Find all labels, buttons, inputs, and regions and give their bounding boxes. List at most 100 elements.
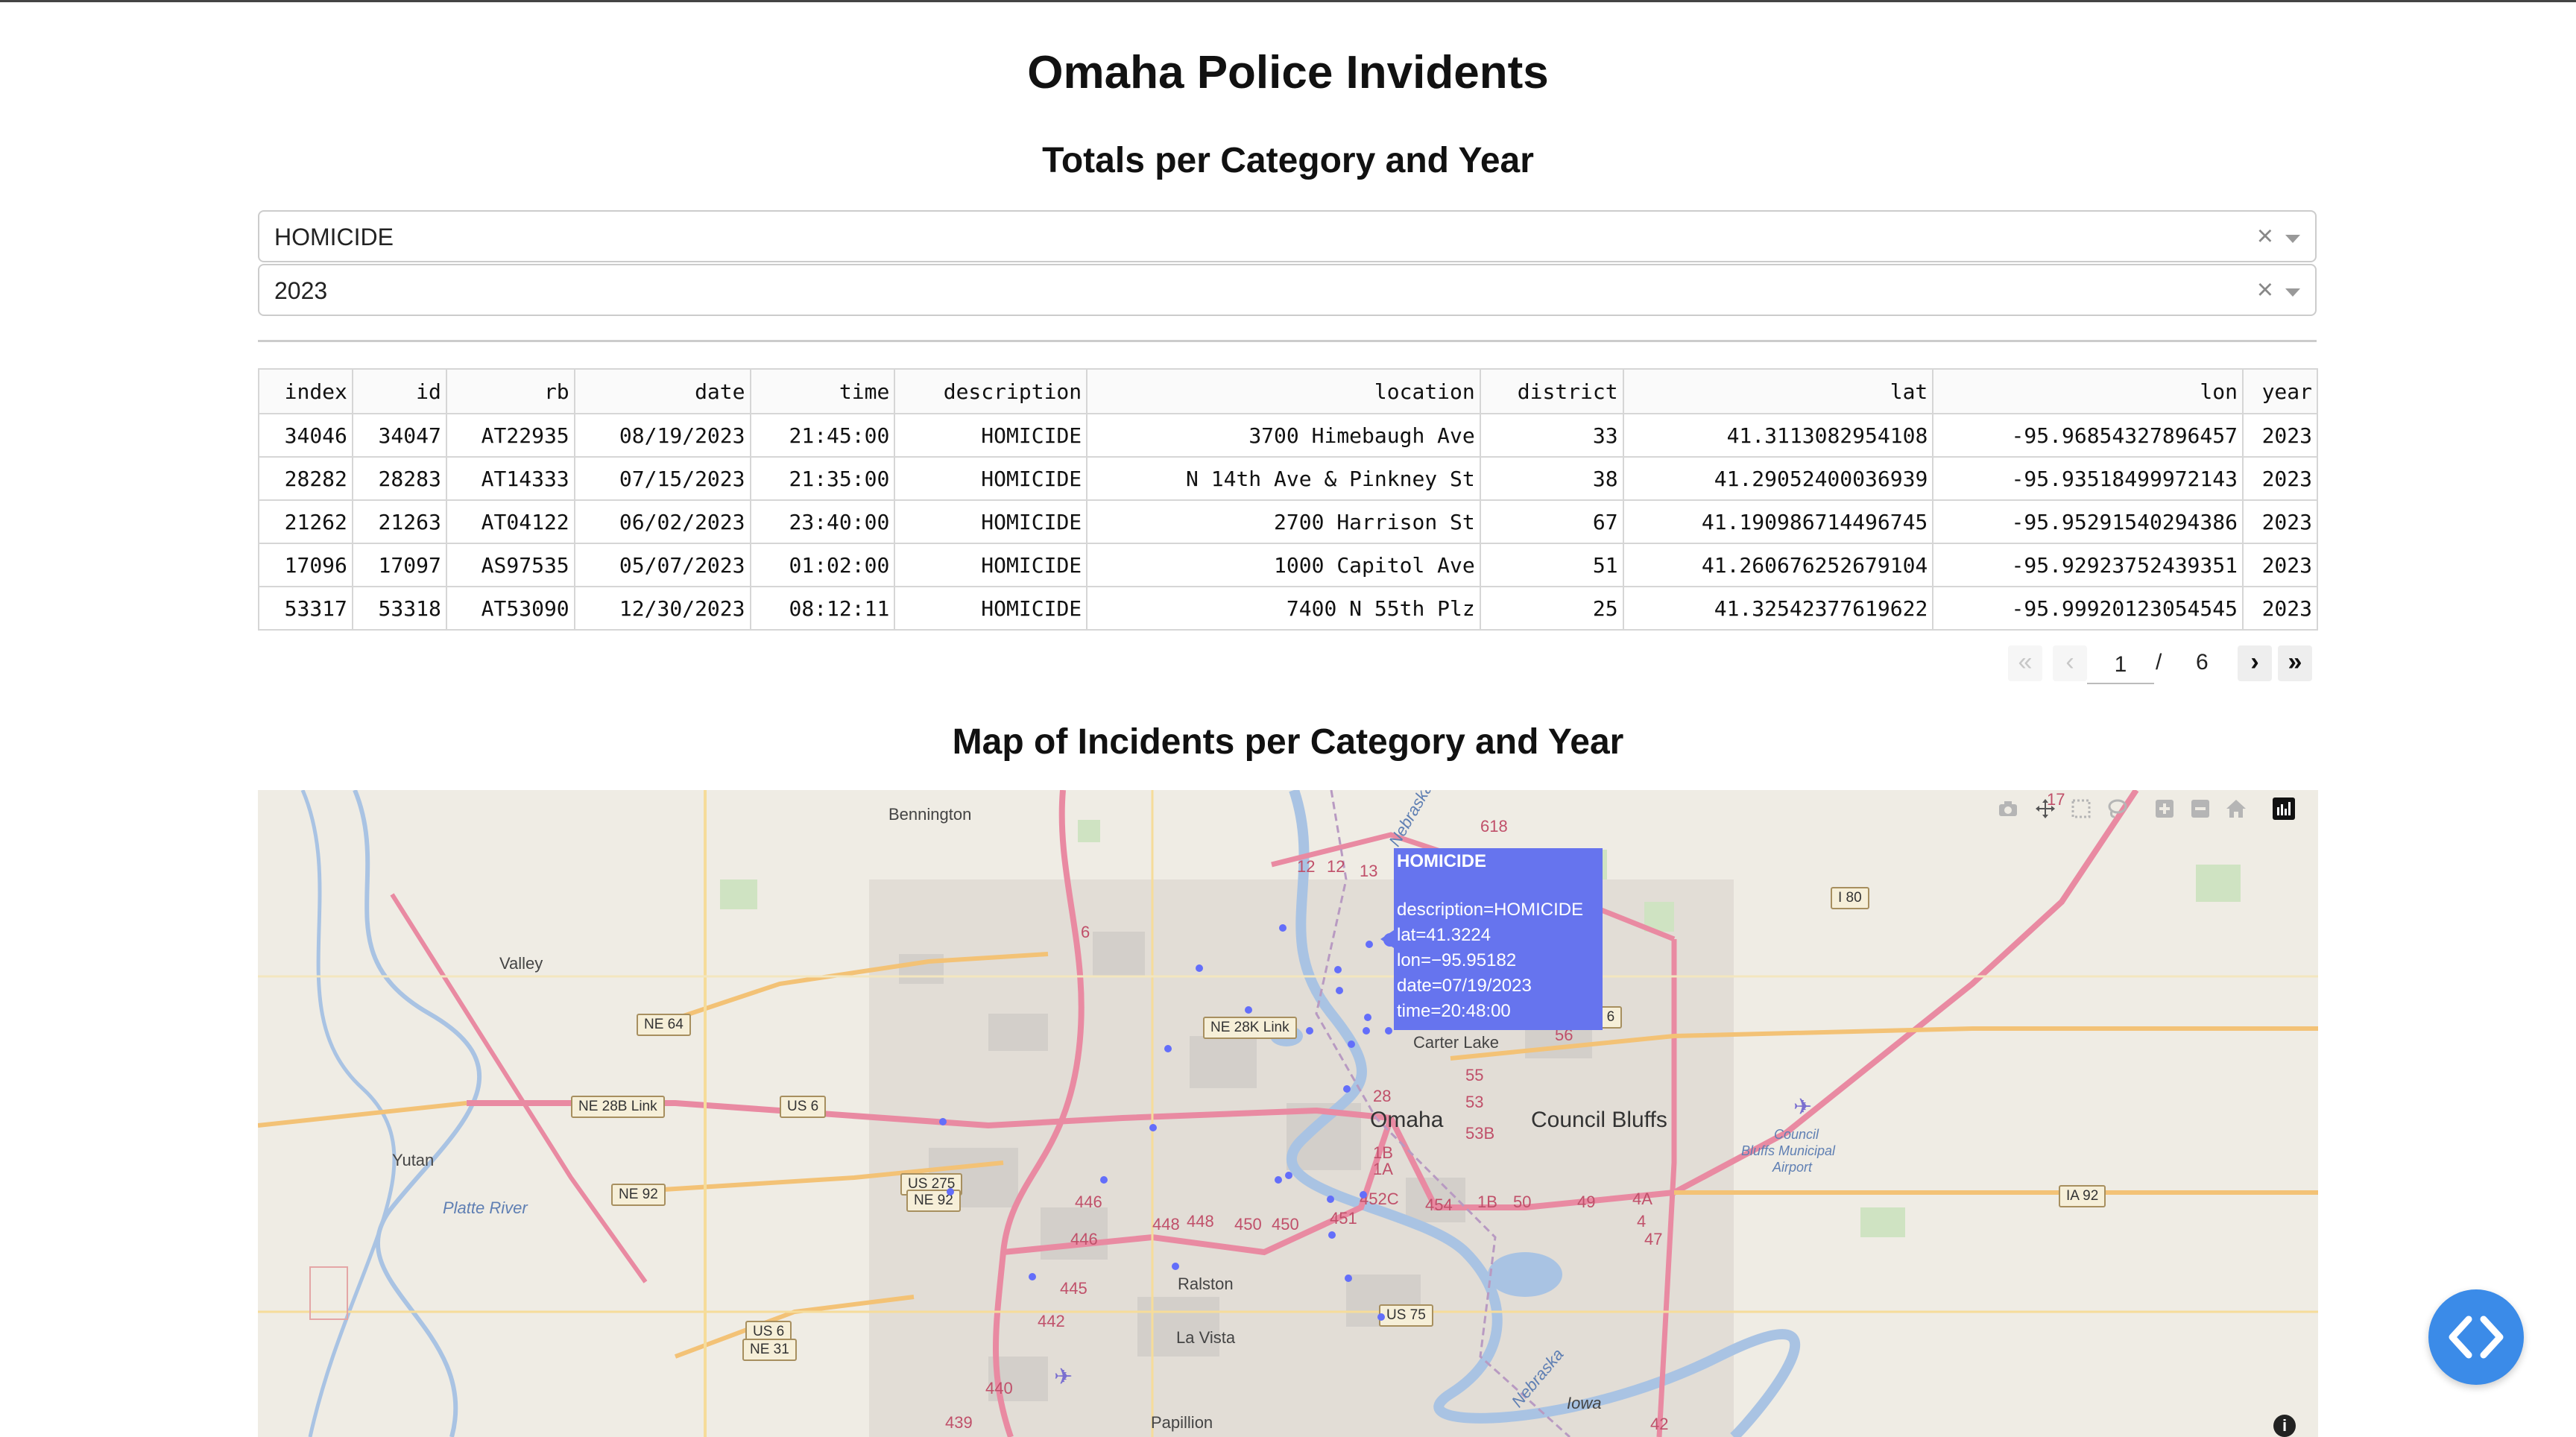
table-cell[interactable]: 2023 (2241, 413, 2319, 458)
table-cell[interactable]: 1000 Capitol Ave (1086, 543, 1481, 587)
table-cell[interactable]: 28283 (351, 456, 447, 501)
incident-marker[interactable] (1328, 1231, 1336, 1239)
column-header[interactable]: date (573, 368, 751, 414)
table-cell[interactable]: 25 (1479, 586, 1624, 631)
column-header[interactable]: time (749, 368, 896, 414)
table-cell[interactable]: 38 (1479, 456, 1624, 501)
incident-marker[interactable] (1164, 1045, 1172, 1052)
home-icon[interactable] (2221, 798, 2251, 827)
table-cell[interactable]: 2023 (2241, 456, 2319, 501)
table-cell[interactable]: 21262 (258, 499, 353, 544)
table-cell[interactable]: 21263 (351, 499, 447, 544)
column-header[interactable]: id (351, 368, 447, 414)
table-cell[interactable]: 34046 (258, 413, 353, 458)
incident-marker[interactable] (1279, 924, 1287, 932)
table-cell[interactable]: 28282 (258, 456, 353, 501)
table-cell[interactable]: 53317 (258, 586, 353, 631)
year-chevron-down-icon[interactable] (2285, 288, 2300, 297)
lasso-icon[interactable] (2102, 798, 2132, 827)
previous-page-button[interactable]: ‹ (2053, 645, 2087, 681)
incident-marker[interactable] (1377, 1313, 1385, 1321)
table-cell[interactable]: 41.3113082954108 (1622, 413, 1934, 458)
table-cell[interactable]: 2023 (2241, 499, 2319, 544)
table-cell[interactable]: 17096 (258, 543, 353, 587)
incident-marker[interactable] (1327, 1196, 1334, 1203)
table-cell[interactable]: AT53090 (445, 586, 575, 631)
incident-marker[interactable] (1285, 1172, 1292, 1179)
incident-marker[interactable] (1196, 964, 1203, 972)
table-cell[interactable]: 2023 (2241, 586, 2319, 631)
category-clear-icon[interactable]: × (2257, 221, 2273, 253)
incident-marker[interactable] (1363, 1027, 1370, 1035)
year-clear-icon[interactable]: × (2257, 274, 2273, 306)
column-header[interactable]: year (2241, 368, 2319, 414)
incident-marker[interactable] (1149, 1124, 1157, 1131)
column-header[interactable]: lon (1932, 368, 2244, 414)
table-cell[interactable]: 51 (1479, 543, 1624, 587)
incident-marker[interactable] (1385, 1027, 1392, 1035)
table-cell[interactable]: AT22935 (445, 413, 575, 458)
table-cell[interactable]: -95.99920123054545 (1932, 586, 2244, 631)
table-cell[interactable]: HOMICIDE (894, 499, 1088, 544)
table-cell[interactable]: 12/30/2023 (573, 586, 751, 631)
year-dropdown[interactable]: 2023 × (258, 264, 2317, 316)
table-cell[interactable]: 21:35:00 (749, 456, 896, 501)
table-cell[interactable]: -95.96854327896457 (1932, 413, 2244, 458)
incident-marker[interactable] (1029, 1273, 1036, 1280)
table-cell[interactable]: 41.29052400036939 (1622, 456, 1934, 501)
code-toggle-button[interactable] (2428, 1289, 2524, 1385)
incident-marker[interactable] (1275, 1176, 1282, 1184)
table-cell[interactable]: HOMICIDE (894, 413, 1088, 458)
table-cell[interactable]: 17097 (351, 543, 447, 587)
incident-marker[interactable] (1245, 1006, 1252, 1014)
table-cell[interactable]: 41.260676252679104 (1622, 543, 1934, 587)
incident-marker[interactable] (1172, 1263, 1179, 1270)
table-cell[interactable]: 7400 N 55th Plz (1086, 586, 1481, 631)
table-cell[interactable]: 33 (1479, 413, 1624, 458)
table-cell[interactable]: 2023 (2241, 543, 2319, 587)
table-cell[interactable]: N 14th Ave & Pinkney St (1086, 456, 1481, 501)
table-cell[interactable]: 21:45:00 (749, 413, 896, 458)
table-cell[interactable]: 08/19/2023 (573, 413, 751, 458)
info-icon[interactable]: i (2273, 1415, 2296, 1437)
table-cell[interactable]: 2700 Harrison St (1086, 499, 1481, 544)
column-header[interactable]: description (894, 368, 1088, 414)
category-chevron-down-icon[interactable] (2285, 235, 2300, 243)
camera-icon[interactable] (1993, 798, 2023, 827)
plotly-logo-icon[interactable] (2269, 798, 2299, 827)
table-cell[interactable]: 67 (1479, 499, 1624, 544)
incident-marker[interactable] (1366, 941, 1373, 948)
pan-icon[interactable] (2030, 798, 2060, 827)
table-cell[interactable]: -95.95291540294386 (1932, 499, 2244, 544)
table-cell[interactable]: 41.190986714496745 (1622, 499, 1934, 544)
table-cell[interactable]: -95.93518499972143 (1932, 456, 2244, 501)
incident-marker[interactable] (1348, 1040, 1355, 1048)
table-cell[interactable]: 06/02/2023 (573, 499, 751, 544)
table-cell[interactable]: HOMICIDE (894, 543, 1088, 587)
column-header[interactable]: index (258, 368, 353, 414)
incident-marker[interactable] (1334, 966, 1342, 973)
table-cell[interactable]: HOMICIDE (894, 456, 1088, 501)
zoom-out-icon[interactable] (2185, 798, 2215, 827)
table-cell[interactable]: 08:12:11 (749, 586, 896, 631)
zoom-in-icon[interactable] (2150, 798, 2179, 827)
first-page-button[interactable]: « (2008, 645, 2042, 681)
box-select-icon[interactable] (2066, 798, 2096, 827)
table-cell[interactable]: 05/07/2023 (573, 543, 751, 587)
incident-map[interactable]: Bennington Valley Yutan Omaha Council Bl… (258, 790, 2318, 1437)
table-cell[interactable]: 41.32542377619622 (1622, 586, 1934, 631)
column-header[interactable]: district (1479, 368, 1624, 414)
table-cell[interactable]: HOMICIDE (894, 586, 1088, 631)
page-number-input[interactable] (2087, 647, 2154, 684)
category-dropdown[interactable]: HOMICIDE × (258, 210, 2317, 262)
incident-marker[interactable] (1100, 1176, 1108, 1184)
incident-marker[interactable] (1336, 987, 1343, 994)
incident-marker[interactable] (1364, 1014, 1371, 1021)
next-page-button[interactable]: › (2238, 645, 2272, 681)
incident-marker[interactable] (939, 1118, 947, 1125)
column-header[interactable]: rb (445, 368, 575, 414)
incident-marker[interactable] (947, 1188, 954, 1196)
last-page-button[interactable]: » (2278, 645, 2312, 681)
table-cell[interactable]: AT04122 (445, 499, 575, 544)
incident-marker[interactable] (1306, 1027, 1313, 1035)
